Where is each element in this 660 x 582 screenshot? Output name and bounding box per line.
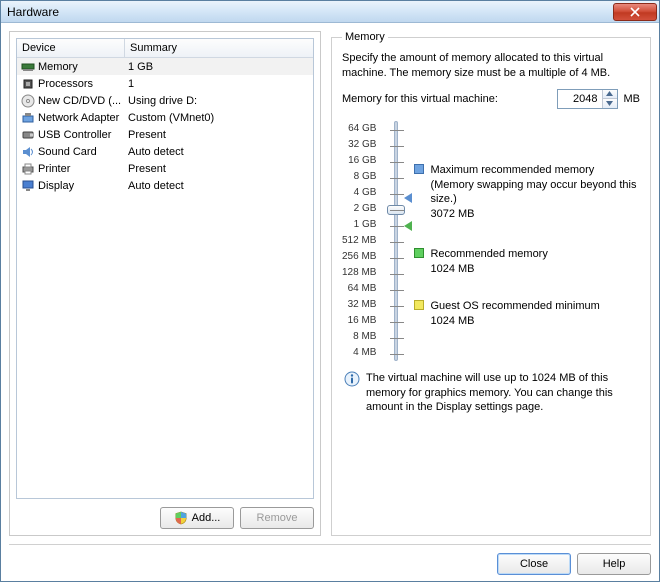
device-name: New CD/DVD (...	[38, 95, 121, 107]
device-summary: Present	[125, 163, 311, 175]
device-name: Display	[38, 180, 74, 192]
max-recommended-indicator	[404, 193, 412, 203]
device-summary: 1	[125, 78, 311, 90]
close-icon	[630, 7, 640, 17]
recommended-indicator	[404, 221, 412, 231]
cpu-icon	[21, 77, 35, 91]
table-row[interactable]: Sound Card Auto detect	[17, 143, 313, 160]
device-name: USB Controller	[38, 129, 111, 141]
recommended-title: Recommended memory	[430, 247, 547, 262]
hardware-table: Device Summary Memory 1 GB Processors 1 New …	[16, 38, 314, 499]
memory-legend: Memory	[342, 31, 388, 43]
scale-label: 32 GB	[348, 137, 376, 153]
scale-label: 8 GB	[354, 169, 377, 185]
table-row[interactable]: Memory 1 GB	[17, 58, 313, 75]
device-name: Processors	[38, 78, 93, 90]
column-header-summary[interactable]: Summary	[125, 42, 313, 54]
display-icon	[21, 179, 35, 193]
table-row[interactable]: Printer Present	[17, 160, 313, 177]
device-summary: Auto detect	[125, 146, 311, 158]
device-name: Sound Card	[38, 146, 97, 158]
square-green-icon	[414, 248, 424, 258]
info-icon	[344, 371, 360, 387]
ram-icon	[21, 60, 35, 74]
guest-min-title: Guest OS recommended minimum	[430, 299, 599, 314]
scale-label: 64 GB	[348, 121, 376, 137]
scale-label: 16 MB	[348, 313, 377, 329]
hardware-table-header: Device Summary	[17, 39, 313, 58]
guest-min-value: 1024 MB	[430, 314, 599, 329]
memory-legend-column: Maximum recommended memory (Memory swapp…	[414, 121, 640, 361]
spin-up-button[interactable]	[603, 90, 617, 99]
table-row[interactable]: New CD/DVD (... Using drive D:	[17, 92, 313, 109]
max-recommended-note: (Memory swapping may occur beyond this s…	[430, 178, 640, 208]
device-summary: Present	[125, 129, 311, 141]
scale-label: 1 GB	[354, 217, 377, 233]
hardware-list-panel: Device Summary Memory 1 GB Processors 1 New …	[9, 31, 321, 536]
close-window-button[interactable]	[613, 3, 657, 21]
spin-down-button[interactable]	[603, 99, 617, 108]
memory-description: Specify the amount of memory allocated t…	[342, 51, 640, 81]
remove-hardware-button: Remove	[240, 507, 314, 529]
device-summary: Using drive D:	[125, 95, 311, 107]
memory-settings-group: Memory Specify the amount of memory allo…	[331, 31, 651, 536]
device-name: Memory	[38, 61, 78, 73]
cd-icon	[21, 94, 35, 108]
printer-icon	[21, 162, 35, 176]
memory-input-label: Memory for this virtual machine:	[342, 93, 551, 105]
shield-icon	[174, 511, 188, 525]
scale-label: 128 MB	[342, 265, 376, 281]
device-name: Printer	[38, 163, 70, 175]
device-summary: Custom (VMnet0)	[125, 112, 311, 124]
recommended-value: 1024 MB	[430, 262, 547, 277]
scale-label: 512 MB	[342, 233, 376, 249]
scale-label: 4 GB	[354, 185, 377, 201]
table-row[interactable]: USB Controller Present	[17, 126, 313, 143]
help-button[interactable]: Help	[577, 553, 651, 575]
table-row[interactable]: Processors 1	[17, 75, 313, 92]
square-blue-icon	[414, 164, 424, 174]
usb-icon	[21, 128, 35, 142]
max-recommended-title: Maximum recommended memory	[430, 163, 640, 178]
window-title: Hardware	[7, 5, 59, 19]
sound-icon	[21, 145, 35, 159]
graphics-memory-info: The virtual machine will use up to 1024 …	[366, 371, 640, 416]
device-name: Network Adapter	[38, 112, 119, 124]
dialog-footer: Close Help	[9, 544, 651, 575]
table-row[interactable]: Network Adapter Custom (VMnet0)	[17, 109, 313, 126]
scale-label: 8 MB	[353, 329, 376, 345]
device-summary: 1 GB	[125, 61, 311, 73]
title-bar: Hardware	[1, 1, 659, 23]
device-summary: Auto detect	[125, 180, 311, 192]
nic-icon	[21, 111, 35, 125]
scale-label: 256 MB	[342, 249, 376, 265]
memory-size-spinbox[interactable]	[557, 89, 618, 109]
memory-unit-label: MB	[624, 93, 641, 105]
memory-slider[interactable]	[386, 121, 406, 361]
close-button[interactable]: Close	[497, 553, 571, 575]
add-hardware-button[interactable]: Add...	[160, 507, 234, 529]
scale-label: 16 GB	[348, 153, 376, 169]
scale-label: 2 GB	[354, 201, 377, 217]
scale-label: 4 MB	[353, 345, 376, 361]
memory-size-input[interactable]	[558, 90, 602, 108]
table-row[interactable]: Display Auto detect	[17, 177, 313, 194]
scale-label: 64 MB	[348, 281, 377, 297]
square-yellow-icon	[414, 300, 424, 310]
max-recommended-value: 3072 MB	[430, 207, 640, 222]
column-header-device[interactable]: Device	[17, 39, 125, 57]
memory-scale-labels: 64 GB32 GB16 GB8 GB4 GB2 GB1 GB512 MB256…	[342, 121, 378, 361]
scale-label: 32 MB	[348, 297, 377, 313]
